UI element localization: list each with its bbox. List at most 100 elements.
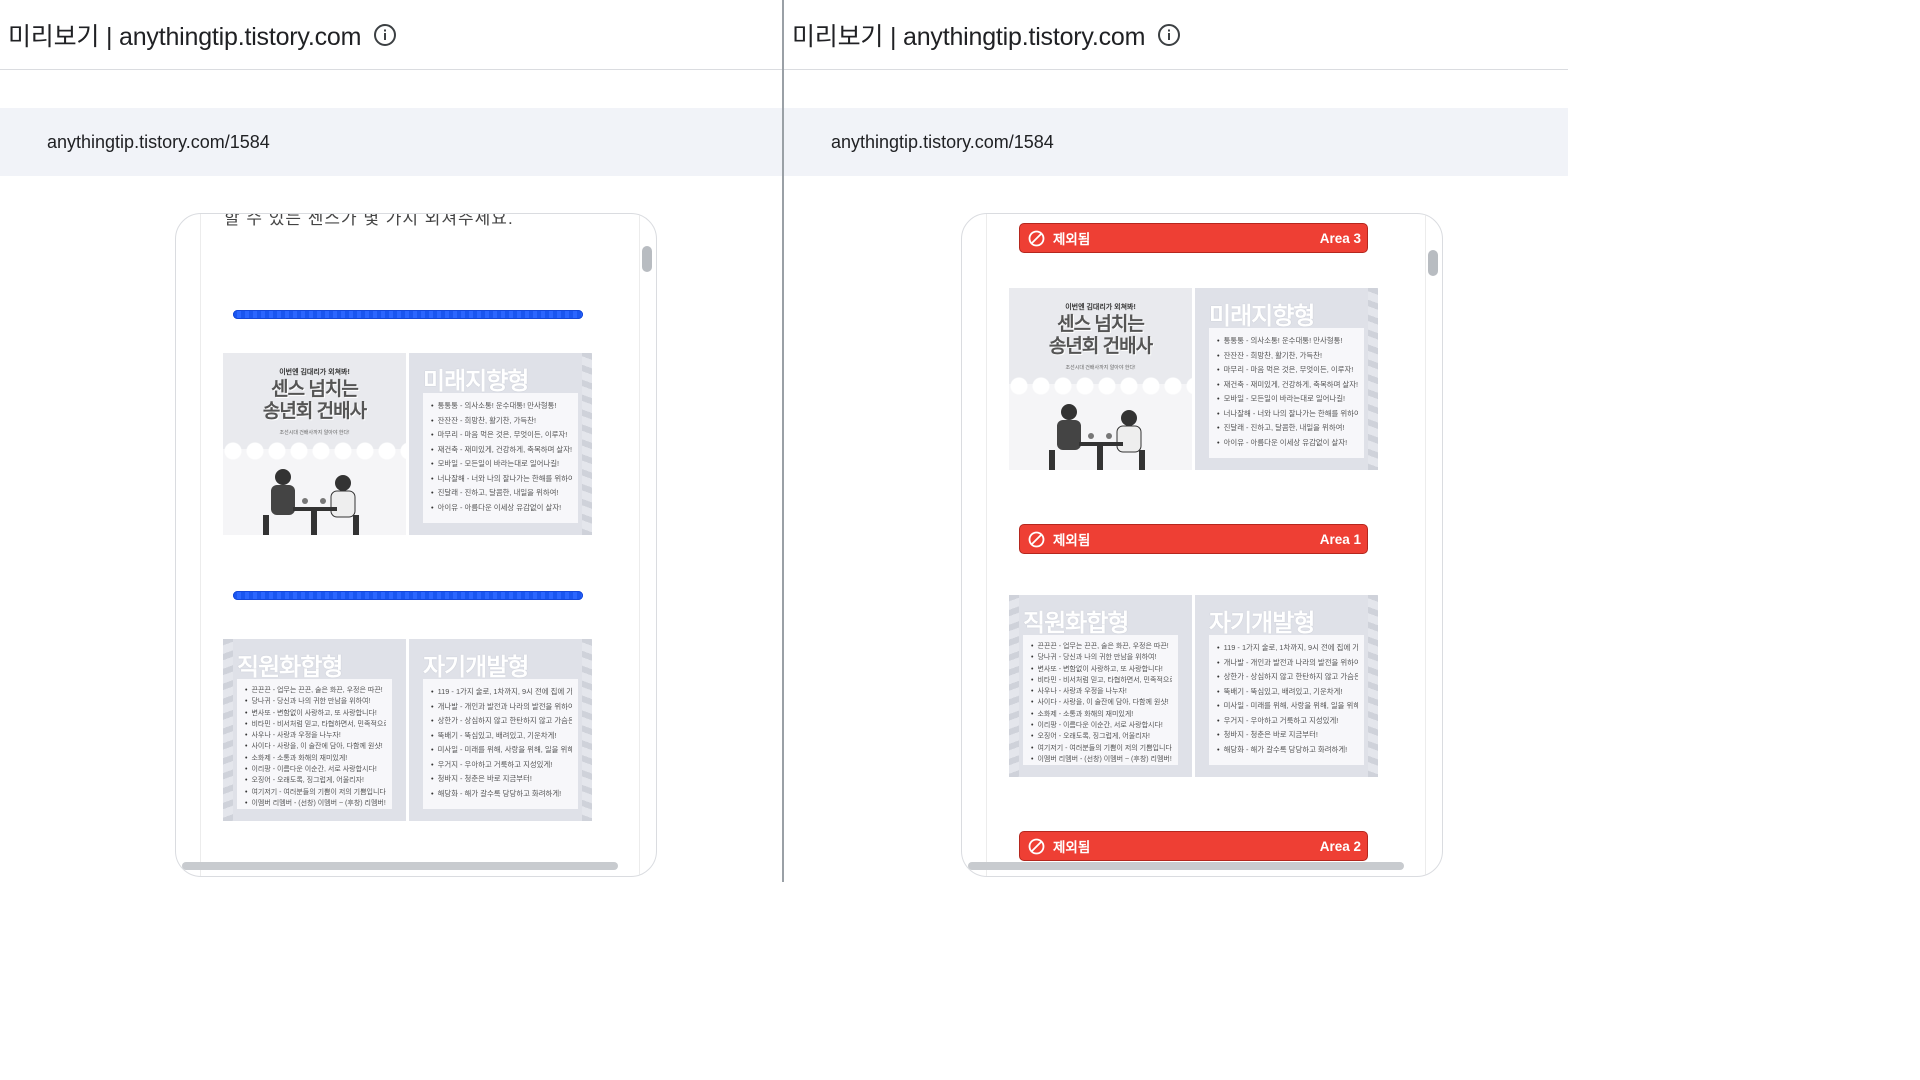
horizontal-scrollbar[interactable] <box>968 862 1404 870</box>
list-item: 잔잔잔 - 희망찬, 활기찬, 가득찬! <box>431 414 572 429</box>
people-illustration <box>1049 404 1145 470</box>
card-title: 자기개발형 <box>1209 610 1315 637</box>
list-item: 상한가 - 상심하지 않고 한탄하지 않고 가슴은 펴자! <box>431 714 572 729</box>
info-icon[interactable] <box>1157 23 1181 47</box>
list-item: 재건축 - 재미있게, 건강하게, 축복하며 살자! <box>1217 378 1358 393</box>
url-text: anythingtip.tistory.com/1584 <box>831 131 1054 152</box>
preview-panel-right: 미리보기 | anythingtip.tistory.com anythingt… <box>784 0 1568 882</box>
card-future: 미래지향형 통통통 - 의사소통! 운수대통! 만사형통! 잔잔잔 - 희망찬,… <box>1195 288 1378 470</box>
ban-icon <box>1028 230 1045 247</box>
ad-area-marker <box>233 310 583 319</box>
info-icon[interactable] <box>373 23 397 47</box>
ban-icon <box>1028 531 1045 548</box>
card-harmony: 직원화합형 끈끈끈 - 업무는 끈끈, 술은 화끈, 우정은 따끈! 당나귀 -… <box>1009 595 1192 777</box>
poster-caption: 조선시대 건배사까지 알아야 한다! <box>279 430 350 436</box>
list-item: 개나발 - 개인과 발전과 나라의 발전을 위하여! <box>431 700 572 715</box>
poster-subtitle: 이번엔 김대리가 외쳐봐! <box>279 369 350 376</box>
poster-image: 이번엔 김대리가 외쳐봐! 센스 넘치는 송년회 건배사 조선시대 건배사까지 … <box>223 353 406 535</box>
list-item: 통통통 - 의사소통! 운수대통! 만사형통! <box>431 399 572 414</box>
list-item: 마무리 - 마음 먹은 것은, 무엇이든, 이루자! <box>1217 363 1358 378</box>
list-item: 해당화 - 해가 갈수록 당당하고 화려하게! <box>431 787 572 802</box>
panel-title: 미리보기 | anythingtip.tistory.com <box>8 22 362 51</box>
list-item: 여기저기 - 여러분들의 기쁨이 저의 기쁨입니다! <box>1031 743 1172 754</box>
poster-subtitle: 이번엔 김대리가 외쳐봐! <box>1065 304 1136 311</box>
list-item: 마무리 - 마음 먹은 것은, 무엇이든, 이루자! <box>431 428 572 443</box>
list-item: 모바일 - 모든일이 바라는대로 일어나길! <box>431 457 572 472</box>
list-item: 미사일 - 미래를 위해, 사랑을 위해, 일을 위해! <box>1217 699 1358 714</box>
ban-icon <box>1028 838 1045 855</box>
area-label: Area 2 <box>1319 838 1361 854</box>
card-harmony: 직원화합형 끈끈끈 - 업무는 끈끈, 술은 화끈, 우정은 따끈! 당나귀 -… <box>223 639 406 821</box>
mobile-preview-frame: 할 수 있는 센스가 몇 가지 외쳐주세요. 이번엔 김대리가 외쳐봐! 센스 … <box>175 213 657 877</box>
list-item: 사우나 - 사랑과 우정을 나누자! <box>1031 686 1172 697</box>
mobile-preview-frame: 제외됨 Area 3 이번엔 김대리가 외쳐봐! 센스 넘치는 송년회 건배사 … <box>961 213 1443 877</box>
list-item: 이멤버 리멤버 - (선창) 이멤버 ~ (후창) 리멤버! <box>245 798 386 809</box>
list-item: 사우나 - 사랑과 우정을 나누자! <box>245 730 386 741</box>
list-item: 개나발 - 개인과 발전과 나라의 발전을 위하여! <box>1217 656 1358 671</box>
list-item: 청바지 - 청춘은 바로 지금부터! <box>431 772 572 787</box>
list-item: 비타민 - 비서처럼 믿고, 타협하면서, 민족적으로! <box>245 719 386 730</box>
area-label: Area 1 <box>1319 531 1361 547</box>
excluded-area-banner: 제외됨 Area 1 <box>1019 524 1368 554</box>
list-item: 당나귀 - 당신과 나의 귀한 만남을 위하여! <box>1031 652 1172 663</box>
card-future: 미래지향형 통통통 - 의사소통! 운수대통! 만사형통! 잔잔잔 - 희망찬,… <box>409 353 592 535</box>
list-item: 오징어 - 오래도록, 징그럽게, 어울리자! <box>245 775 386 786</box>
list-item: 변사또 - 변함없이 사랑하고, 또 사랑합니다! <box>245 708 386 719</box>
list-item: 진달래 - 진하고, 달콤한, 내일을 위하여! <box>431 486 572 501</box>
list-item: 119 - 1가지 술로, 1차까지, 9시 전에 집에 가자! <box>1217 641 1358 656</box>
list-item: 끈끈끈 - 업무는 끈끈, 술은 화끈, 우정은 따끈! <box>245 685 386 696</box>
card-list: 119 - 1가지 술로, 1차까지, 9시 전에 집에 가자! 개나발 - 개… <box>431 685 572 801</box>
list-item: 해당화 - 해가 갈수록 당당하고 화려하게! <box>1217 743 1358 758</box>
cut-off-text: 할 수 있는 센스가 몇 가지 외쳐주세요. <box>224 213 514 228</box>
card-title: 미래지향형 <box>423 368 529 395</box>
list-item: 통통통 - 의사소통! 운수대통! 만사형통! <box>1217 334 1358 349</box>
list-item: 사이다 - 사랑을, 이 술잔에 담아, 다함께 원샷! <box>1031 697 1172 708</box>
poster-image: 이번엔 김대리가 외쳐봐! 센스 넘치는 송년회 건배사 조선시대 건배사까지 … <box>1009 288 1192 470</box>
ad-area-marker <box>233 591 583 600</box>
list-item: 진달래 - 진하고, 달콤한, 내일을 위하여! <box>1217 421 1358 436</box>
list-item: 119 - 1가지 술로, 1차까지, 9시 전에 집에 가자! <box>431 685 572 700</box>
card-growth: 자기개발형 119 - 1가지 술로, 1차까지, 9시 전에 집에 가자! 개… <box>1195 595 1378 777</box>
list-item: 미사일 - 미래를 위해, 사랑을 위해, 일을 위해! <box>431 743 572 758</box>
panel-title: 미리보기 | anythingtip.tistory.com <box>792 22 1146 51</box>
card-list: 통통통 - 의사소통! 운수대통! 만사형통! 잔잔잔 - 희망찬, 활기찬, … <box>1217 334 1358 450</box>
poster-title: 센스 넘치는 송년회 건배사 <box>262 379 367 422</box>
list-item: 이리팡 - 이름다운 이순간, 서로 사랑합시다! <box>245 764 386 775</box>
list-item: 재건축 - 재미있게, 건강하게, 축복하며 살자! <box>431 443 572 458</box>
list-item: 모바일 - 모든일이 바라는대로 일어나길! <box>1217 392 1358 407</box>
excluded-label: 제외됨 <box>1053 232 1091 247</box>
poster-title: 센스 넘치는 송년회 건배사 <box>1048 314 1153 357</box>
vertical-scrollbar[interactable] <box>642 246 652 272</box>
list-item: 뚝배기 - 뚝심있고, 배려있고, 기운차게! <box>1217 685 1358 700</box>
card-growth: 자기개발형 119 - 1가지 술로, 1차까지, 9시 전에 집에 가자! 개… <box>409 639 592 821</box>
card-title: 직원화합형 <box>237 654 343 681</box>
panel-header: 미리보기 | anythingtip.tistory.com <box>0 0 784 70</box>
list-item: 당나귀 - 당신과 나의 귀한 만남을 위하여! <box>245 696 386 707</box>
list-item: 잔잔잔 - 희망찬, 활기찬, 가득찬! <box>1217 349 1358 364</box>
list-item: 끈끈끈 - 업무는 끈끈, 술은 화끈, 우정은 따끈! <box>1031 641 1172 652</box>
list-item: 소화제 - 소통과 화해의 재미있게! <box>245 753 386 764</box>
panel-header: 미리보기 | anythingtip.tistory.com <box>784 0 1568 70</box>
list-item: 사이다 - 사랑을, 이 술잔에 담아, 다함께 원샷! <box>245 741 386 752</box>
list-item: 소화제 - 소통과 화해의 재미있게! <box>1031 709 1172 720</box>
people-illustration <box>263 469 359 535</box>
area-label: Area 3 <box>1319 230 1361 246</box>
vertical-scrollbar[interactable] <box>1428 250 1438 276</box>
list-item: 아이유 - 아름다운 이세상 유감없이 살자! <box>1217 436 1358 451</box>
list-item: 뚝배기 - 뚝심있고, 배려있고, 기운차게! <box>431 729 572 744</box>
list-item: 변사또 - 변함없이 사랑하고, 또 사랑합니다! <box>1031 664 1172 675</box>
list-item: 너나잘해 - 너와 나의 잘나가는 한해를 위하여! <box>431 472 572 487</box>
list-item: 오징어 - 오래도록, 징그럽게, 어울리자! <box>1031 731 1172 742</box>
list-item: 우거지 - 우아하고 거룩하고 지성있게! <box>1217 714 1358 729</box>
excluded-label: 제외됨 <box>1053 840 1091 855</box>
list-item: 비타민 - 비서처럼 믿고, 타협하면서, 민족적으로! <box>1031 675 1172 686</box>
list-item: 우거지 - 우아하고 거룩하고 지성있게! <box>431 758 572 773</box>
card-list: 끈끈끈 - 업무는 끈끈, 술은 화끈, 우정은 따끈! 당나귀 - 당신과 나… <box>245 685 386 809</box>
card-title: 직원화합형 <box>1023 610 1129 637</box>
excluded-area-banner: 제외됨 Area 3 <box>1019 223 1368 253</box>
poster-caption: 조선시대 건배사까지 알아야 한다! <box>1065 365 1136 371</box>
card-title: 자기개발형 <box>423 654 529 681</box>
card-title: 미래지향형 <box>1209 303 1315 330</box>
list-item: 이리팡 - 이름다운 이순간, 서로 사랑합시다! <box>1031 720 1172 731</box>
horizontal-scrollbar[interactable] <box>182 862 618 870</box>
